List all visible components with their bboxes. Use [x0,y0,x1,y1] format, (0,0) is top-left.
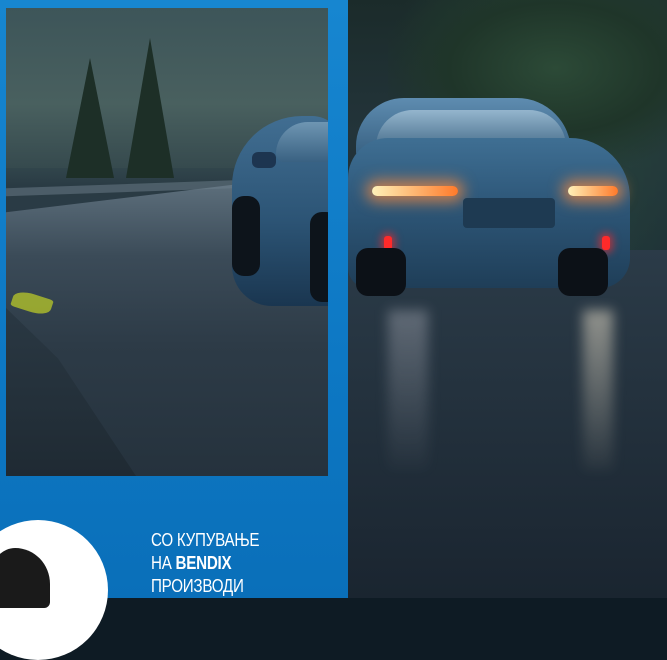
road-reflection-left [388,310,428,470]
car-rear-view [348,98,630,298]
tail-light-left [372,186,458,196]
tail-light-right [568,186,618,196]
brand-name: BENDIX [175,552,232,573]
promo-headline: СО КУПУВАЊЕ НА BENDIX ПРОИЗВОДИ [151,528,307,597]
headline-line-2: НА BENDIX [151,551,307,574]
rear-wheel [310,212,328,302]
blue-side-panel: СО КУПУВАЊЕ НА BENDIX ПРОИЗВОДИ [0,0,348,660]
car-side-window [276,122,328,162]
headline-line-1: СО КУПУВАЊЕ [151,529,260,550]
reflector-right [602,236,610,250]
panel-car-photo [6,8,328,476]
rear-wheel-left [356,248,406,296]
front-wheel [232,196,260,276]
license-plate-area [463,198,555,228]
main-car-photo [348,0,667,598]
headline-prefix: НА [151,552,172,573]
side-mirror [252,152,276,168]
road-reflection-right [583,310,613,470]
headline-line-3: ПРОИЗВОДИ [151,575,244,596]
pine-tree [66,58,114,178]
promo-banner: СО КУПУВАЊЕ НА BENDIX ПРОИЗВОДИ [0,0,667,660]
pine-trees [66,28,196,178]
car-side-view [232,116,328,306]
pine-tree [126,38,174,178]
rear-wheel-right [558,248,608,296]
